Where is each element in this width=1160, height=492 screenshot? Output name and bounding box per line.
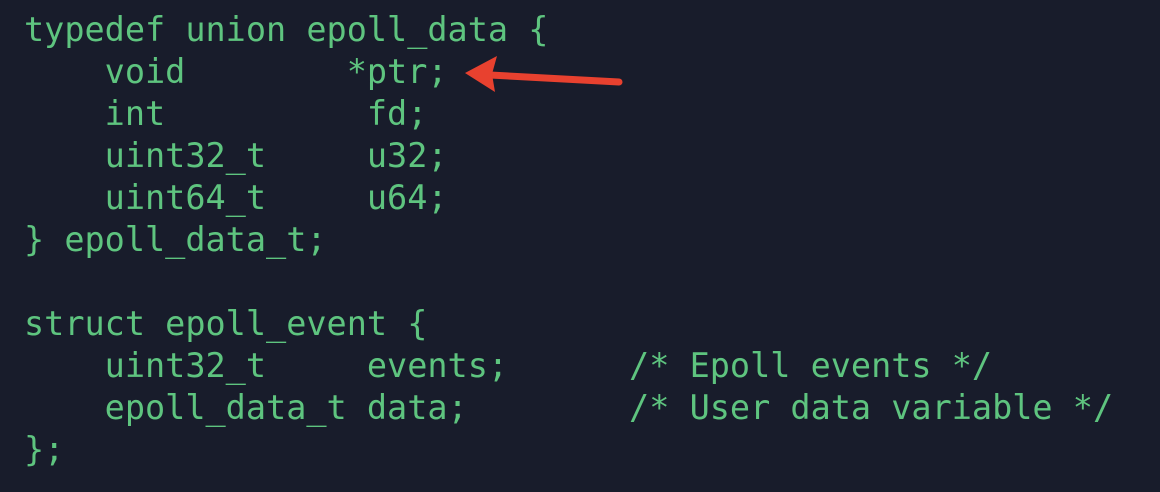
annotation-arrow-icon: [465, 56, 623, 92]
